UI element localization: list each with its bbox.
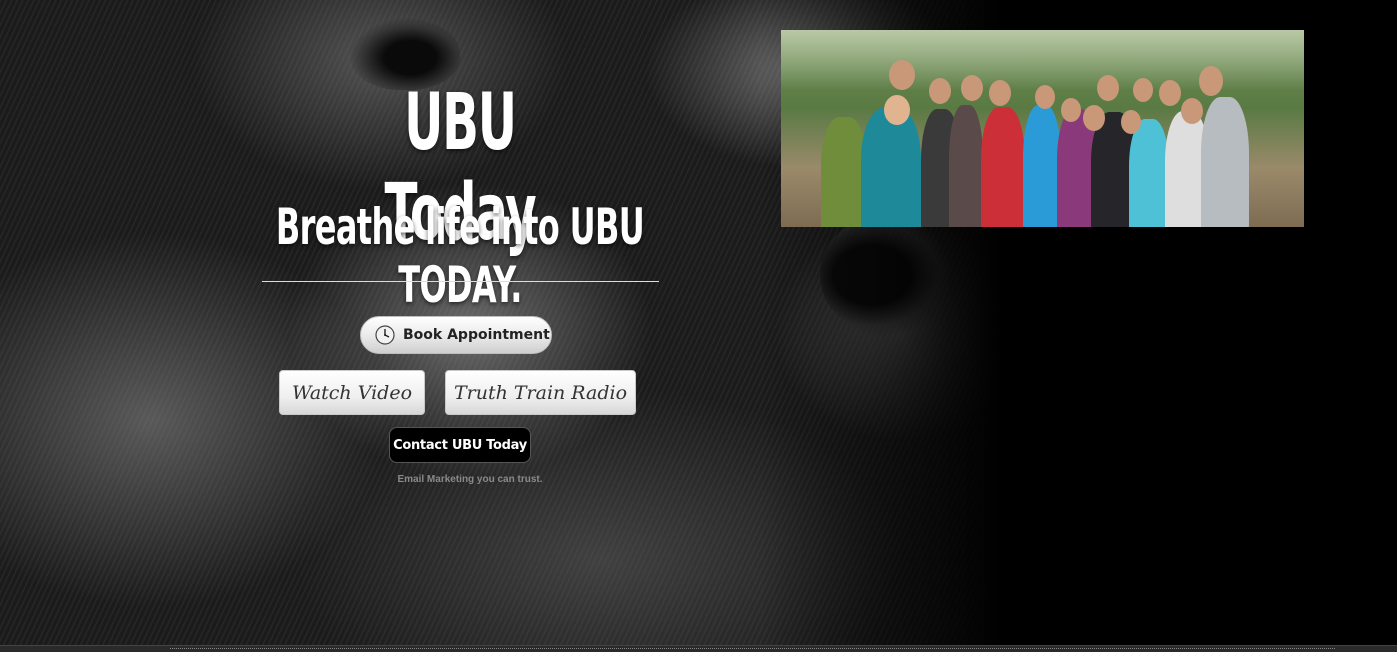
- photo-person: [981, 107, 1025, 227]
- photo-head: [1181, 98, 1203, 124]
- photo-person: [1129, 119, 1169, 227]
- photo-head: [889, 60, 915, 90]
- photo-head: [1133, 78, 1153, 102]
- page-subtitle: Breathe life into UBU TODAY.: [275, 198, 645, 314]
- clock-icon: [375, 325, 395, 345]
- photo-person: [1023, 105, 1061, 227]
- photo-head: [1061, 98, 1081, 122]
- photo-person: [861, 107, 921, 227]
- tagline: Email Marketing you can trust.: [397, 474, 543, 485]
- divider: [262, 281, 659, 282]
- photo-head: [1121, 110, 1141, 134]
- truth-train-radio-button[interactable]: Truth Train Radio: [445, 370, 636, 415]
- photo-person: [1201, 97, 1249, 227]
- photo-head: [961, 75, 983, 101]
- photo-head: [1199, 66, 1223, 96]
- page: UBU Today Breathe life into UBU TODAY. B…: [0, 0, 1397, 652]
- contact-button[interactable]: Contact UBU Today: [389, 427, 531, 463]
- bottom-divider: [170, 648, 1335, 650]
- photo-head: [1159, 80, 1181, 106]
- photo-head: [1035, 85, 1055, 109]
- book-appointment-label: Book Appointment: [403, 327, 550, 343]
- photo-head: [989, 80, 1011, 106]
- photo-person: [949, 105, 983, 227]
- book-appointment-button[interactable]: Book Appointment: [360, 316, 552, 354]
- photo-head: [929, 78, 951, 104]
- photo-head: [1083, 105, 1105, 131]
- group-photo: [781, 30, 1304, 227]
- photo-head: [884, 95, 910, 125]
- photo-head: [1097, 75, 1119, 101]
- photo-sky: [781, 30, 1304, 90]
- watch-video-button[interactable]: Watch Video: [279, 370, 425, 415]
